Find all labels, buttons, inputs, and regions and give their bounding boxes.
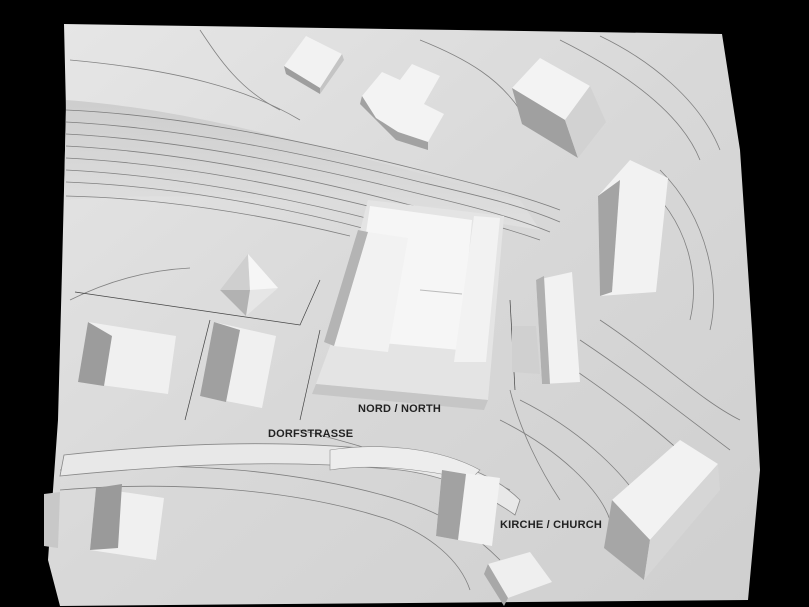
label-church: KIRCHE / CHURCH (500, 519, 602, 531)
architectural-model-photo (0, 0, 809, 607)
building-bottom-center (436, 470, 500, 546)
label-dorfstrasse: DORFSTRASSE (268, 428, 354, 440)
label-north: NORD / NORTH (358, 403, 442, 415)
